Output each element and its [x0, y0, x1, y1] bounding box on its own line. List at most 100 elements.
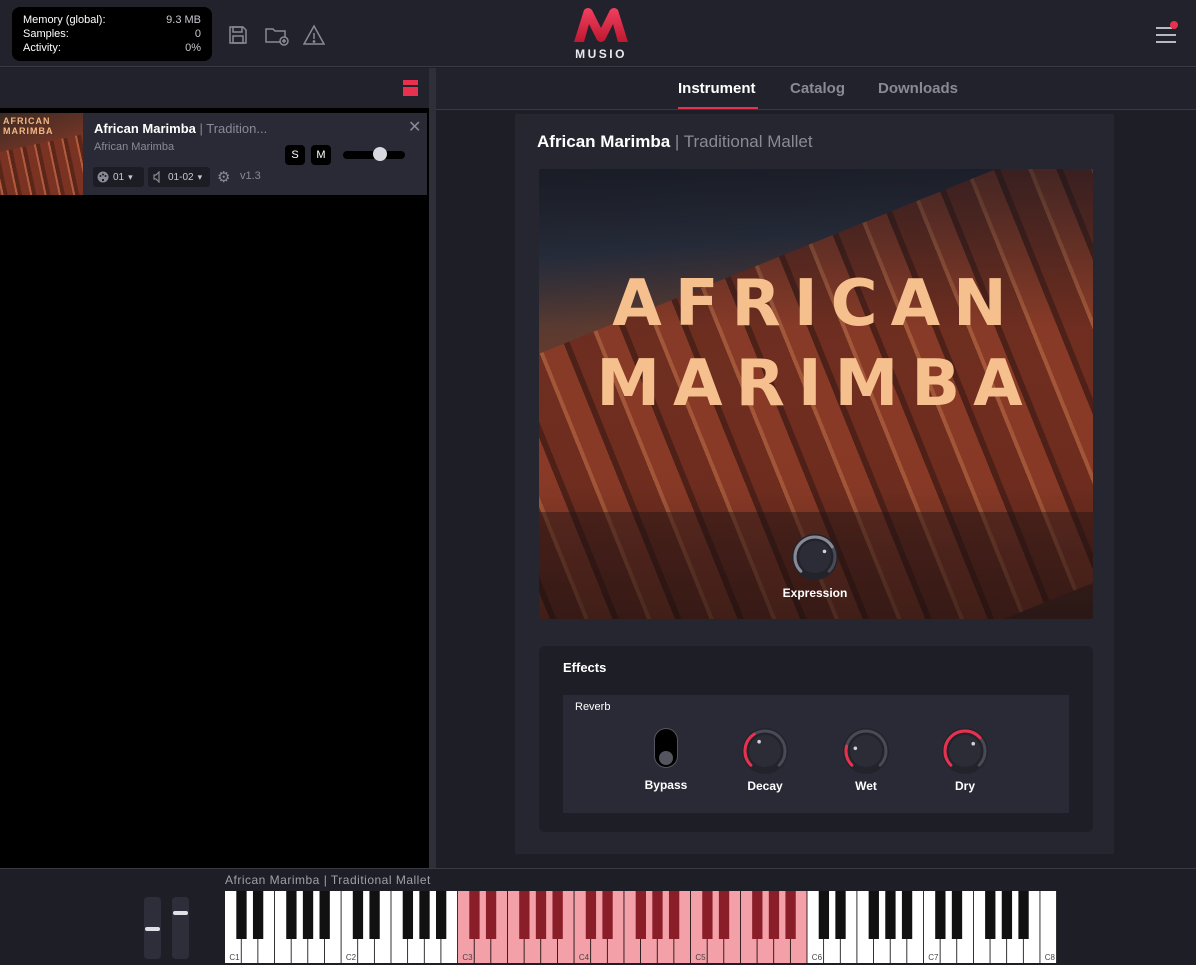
musio-logo-text: MUSIO	[575, 47, 627, 61]
chevron-down-icon: ▾	[197, 171, 203, 182]
solo-button[interactable]: S	[285, 145, 305, 165]
memory-value: 9.3 MB	[166, 14, 201, 26]
black-key[interactable]	[752, 891, 763, 939]
gear-icon[interactable]: ⚙	[217, 168, 230, 186]
stats-panel: Memory (global): 9.3 MB Samples: 0 Activit…	[12, 7, 212, 61]
panel-divider[interactable]	[429, 68, 436, 868]
mute-button[interactable]: M	[311, 145, 331, 165]
activity-value: 0%	[185, 42, 201, 54]
thumb-text-2: MARIMBA	[3, 126, 54, 136]
tab-catalog[interactable]: Catalog	[790, 80, 845, 97]
black-key[interactable]	[1018, 891, 1029, 939]
black-key[interactable]	[818, 891, 830, 939]
instrument-slot[interactable]: AFRICAN MARIMBA African Marimba | Traditi…	[0, 113, 427, 195]
wet-label: Wet	[855, 779, 877, 793]
black-key[interactable]	[519, 891, 530, 939]
black-key[interactable]	[951, 891, 963, 939]
black-key[interactable]	[702, 891, 713, 939]
mod-wheel-thumb[interactable]	[173, 911, 188, 916]
black-key[interactable]	[485, 891, 497, 939]
mod-wheel[interactable]	[172, 897, 189, 959]
effects-title: Effects	[563, 660, 607, 675]
bypass-toggle[interactable]	[654, 728, 678, 768]
piano-keyboard[interactable]: C1 C2 C3 C4 C5 C6 C7 C8	[225, 891, 1057, 963]
pitch-wheel[interactable]	[144, 897, 161, 959]
tab-downloads[interactable]: Downloads	[878, 80, 958, 97]
midi-channel-value: 01	[113, 171, 125, 183]
samples-label: Samples:	[23, 28, 69, 40]
black-key[interactable]	[435, 891, 447, 939]
wet-knob[interactable]	[843, 728, 889, 774]
black-key[interactable]	[319, 891, 330, 939]
octave-label: C3	[462, 953, 473, 962]
chevron-down-icon: ▾	[128, 171, 133, 182]
black-key[interactable]	[868, 891, 879, 939]
notification-dot	[1170, 21, 1178, 29]
midi-channel-select[interactable]: 01 ▾	[93, 167, 144, 187]
black-key[interactable]	[402, 891, 414, 939]
close-slot-icon[interactable]: ✕	[408, 117, 421, 137]
black-key[interactable]	[302, 891, 314, 939]
black-key[interactable]	[835, 891, 846, 939]
black-key[interactable]	[552, 891, 563, 939]
slot-library: African Marimba	[94, 141, 175, 153]
keyboard-panel: African Marimba | Traditional Mallet C1 C…	[0, 868, 1196, 965]
collapse-rack-icon[interactable]	[403, 80, 418, 96]
black-key[interactable]	[585, 891, 597, 939]
bypass-label: Bypass	[644, 778, 688, 792]
black-key[interactable]	[652, 891, 663, 939]
black-key[interactable]	[718, 891, 730, 939]
artwork-title: AFRICAN MARIMBA	[596, 267, 1036, 421]
warning-icon[interactable]	[303, 24, 325, 46]
samples-value: 0	[194, 28, 201, 40]
black-key[interactable]	[885, 891, 896, 939]
activity-label: Activity:	[23, 42, 61, 54]
save-icon[interactable]	[227, 24, 249, 46]
octave-label: C8	[1045, 953, 1056, 962]
memory-label: Memory (global):	[23, 14, 106, 26]
black-key[interactable]	[768, 891, 780, 939]
black-key[interactable]	[469, 891, 480, 939]
octave-label: C2	[346, 953, 357, 962]
pitch-wheel-thumb[interactable]	[145, 927, 160, 931]
octave-label: C5	[695, 953, 706, 962]
black-key[interactable]	[419, 891, 430, 939]
black-key[interactable]	[252, 891, 264, 939]
musio-logo: MUSIO	[570, 6, 632, 61]
instrument-view: African Marimba | Traditional Mallet AFR…	[515, 114, 1114, 854]
black-key[interactable]	[635, 891, 646, 939]
slot-thumbnail: AFRICAN MARIMBA	[0, 113, 83, 195]
volume-slider-thumb[interactable]	[372, 147, 387, 161]
reverb-section: Reverb Bypass Decay Wet Dry	[563, 695, 1069, 813]
black-key[interactable]	[236, 891, 247, 939]
octave-label: C1	[229, 953, 240, 962]
black-key[interactable]	[369, 891, 380, 939]
black-key[interactable]	[901, 891, 913, 939]
decay-knob[interactable]	[742, 728, 788, 774]
black-key[interactable]	[935, 891, 946, 939]
keyboard-label: African Marimba | Traditional Mallet	[225, 873, 431, 887]
black-key[interactable]	[535, 891, 547, 939]
dry-knob[interactable]	[942, 728, 988, 774]
black-key[interactable]	[668, 891, 680, 939]
tab-bar: Instrument Catalog Downloads	[436, 68, 1196, 110]
slot-title: African Marimba | Tradition...	[94, 121, 268, 136]
slot-articulation: Tradition...	[206, 121, 268, 136]
audio-output-value: 01-02	[168, 171, 194, 183]
black-key[interactable]	[785, 891, 796, 939]
add-folder-icon[interactable]	[264, 24, 290, 46]
black-key[interactable]	[602, 891, 613, 939]
speaker-icon	[153, 171, 160, 183]
black-key[interactable]	[985, 891, 996, 939]
audio-output-select[interactable]: 01-02 ▾	[148, 167, 210, 187]
black-key[interactable]	[1001, 891, 1013, 939]
dry-label: Dry	[954, 779, 975, 793]
tab-instrument[interactable]: Instrument	[678, 80, 756, 97]
musio-logo-mark	[574, 8, 628, 42]
expression-knob[interactable]	[792, 534, 838, 580]
active-tab-indicator	[678, 107, 758, 109]
octave-label: C7	[928, 953, 939, 962]
black-key[interactable]	[286, 891, 297, 939]
black-key[interactable]	[352, 891, 364, 939]
instrument-name: African Marimba	[537, 132, 671, 151]
